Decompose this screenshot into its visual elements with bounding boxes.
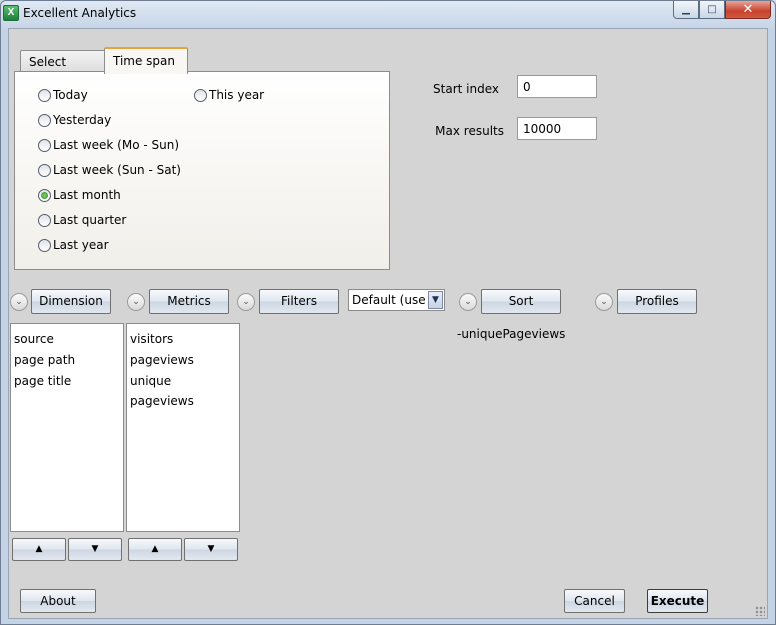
metrics-expander-icon[interactable]: ⌄ — [127, 293, 145, 311]
radio-last-week-sun-sat[interactable]: Last week (Sun - Sat) — [38, 162, 181, 178]
list-item[interactable]: pageviews — [130, 350, 236, 371]
arrow-up-icon: ▲ — [151, 544, 159, 554]
cancel-button[interactable]: Cancel — [564, 589, 625, 613]
execute-button[interactable]: Execute — [647, 589, 708, 613]
list-item[interactable]: unique pageviews — [130, 371, 236, 408]
radio-yesterday[interactable]: Yesterday — [38, 112, 111, 128]
about-button[interactable]: About — [20, 589, 96, 613]
radio-label: Last year — [53, 238, 109, 252]
metrics-list[interactable]: visitors pageviews unique pageviews — [126, 323, 240, 532]
radio-last-week-mo-sun[interactable]: Last week (Mo - Sun) — [38, 137, 179, 153]
resize-grip-icon[interactable] — [755, 606, 765, 616]
tab-time-span[interactable]: Time span — [104, 47, 188, 74]
arrow-up-icon: ▲ — [35, 544, 43, 554]
radio-button[interactable] — [38, 138, 51, 152]
metrics-button[interactable]: Metrics — [149, 289, 229, 314]
profiles-expander-icon[interactable]: ⌄ — [595, 293, 613, 311]
radio-label: This year — [209, 88, 265, 102]
radio-last-quarter[interactable]: Last quarter — [38, 212, 126, 228]
sort-button[interactable]: Sort — [481, 289, 561, 314]
list-item[interactable]: source — [14, 329, 120, 350]
chevron-down-icon[interactable]: ▼ — [428, 291, 443, 309]
radio-label: Today — [53, 88, 88, 102]
list-item[interactable]: page path — [14, 350, 120, 371]
sort-expander-icon[interactable]: ⌄ — [459, 293, 477, 311]
radio-button[interactable] — [38, 238, 51, 252]
radio-button[interactable] — [38, 88, 51, 102]
radio-button[interactable] — [38, 113, 51, 127]
window-title: Excellent Analytics — [23, 6, 137, 20]
dimension-move-down-button[interactable]: ▼ — [68, 538, 122, 561]
dimension-move-up-button[interactable]: ▲ — [12, 538, 66, 561]
close-button[interactable]: ✕ — [725, 1, 771, 19]
arrow-down-icon: ▼ — [91, 544, 99, 554]
radio-button[interactable] — [194, 88, 207, 102]
tab-select-dates[interactable]: Select dates — [20, 50, 108, 91]
start-index-input[interactable] — [517, 75, 597, 98]
radio-this-year[interactable]: This year — [194, 87, 264, 103]
radio-button[interactable] — [38, 213, 51, 227]
metric-move-up-button[interactable]: ▲ — [128, 538, 182, 561]
metric-move-down-button[interactable]: ▼ — [184, 538, 238, 561]
radio-label: Last week (Mo - Sun) — [53, 138, 179, 152]
max-results-label: Max results — [435, 124, 504, 138]
maximize-button[interactable]: □ — [699, 1, 725, 19]
excel-app-icon: X — [3, 5, 19, 21]
radio-label: Last month — [53, 188, 121, 202]
start-index-label: Start index — [433, 82, 499, 96]
sort-value: -uniquePageviews — [457, 327, 566, 341]
radio-label: Last week (Sun - Sat) — [53, 163, 181, 177]
filter-mode-value: Default (use if — [352, 293, 437, 307]
title-bar[interactable]: X Excellent Analytics ▁ □ ✕ — [1, 1, 775, 27]
radio-today[interactable]: Today — [38, 87, 88, 103]
filters-expander-icon[interactable]: ⌄ — [237, 293, 255, 311]
profiles-button[interactable]: Profiles — [617, 289, 697, 314]
radio-label: Yesterday — [53, 113, 112, 127]
list-item[interactable]: page title — [14, 371, 120, 392]
dimensions-list[interactable]: source page path page title — [10, 323, 124, 532]
dimension-button[interactable]: Dimension — [31, 289, 111, 314]
arrow-down-icon: ▼ — [207, 544, 215, 554]
radio-last-year[interactable]: Last year — [38, 237, 109, 253]
filter-mode-select[interactable]: Default (use if ▼ — [348, 289, 445, 311]
radio-label: Last quarter — [53, 213, 127, 227]
time-span-panel: Today Yesterday Last week (Mo - Sun) Las… — [14, 71, 390, 270]
minimize-button[interactable]: ▁ — [673, 1, 699, 19]
radio-button[interactable] — [38, 163, 51, 177]
list-item[interactable]: visitors — [130, 329, 236, 350]
radio-button-checked[interactable] — [38, 188, 51, 202]
dialog-body: Select dates Time span Today Yesterday L… — [8, 28, 768, 619]
app-window: X Excellent Analytics ▁ □ ✕ Select dates… — [0, 0, 776, 625]
max-results-input[interactable] — [517, 117, 597, 140]
dimension-expander-icon[interactable]: ⌄ — [10, 293, 28, 311]
filters-button[interactable]: Filters — [259, 289, 339, 314]
radio-last-month[interactable]: Last month — [38, 187, 121, 203]
